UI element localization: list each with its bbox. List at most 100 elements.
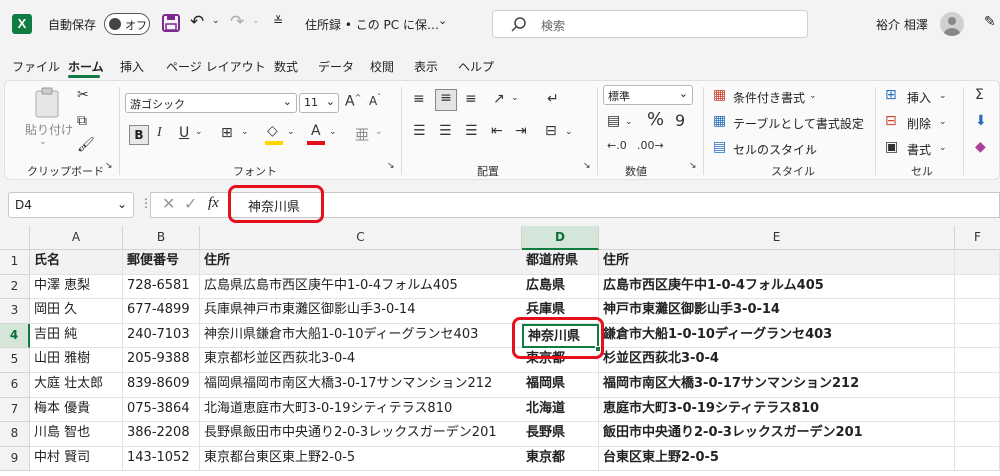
row-header[interactable]: 9 — [0, 446, 30, 472]
insert-function-button[interactable]: fx — [208, 195, 219, 212]
table-cell[interactable]: 神戸市東灘区御影山手3-0-14 — [599, 299, 955, 324]
format-cells-icon[interactable]: ▣ — [885, 139, 898, 155]
fill-color-icon[interactable]: ◇ — [267, 123, 278, 139]
paste-chevron-icon[interactable]: ⌄ — [39, 137, 47, 147]
delete-cells-icon[interactable]: ⊟ — [885, 113, 897, 129]
merge-chevron-icon[interactable]: ⌄ — [565, 127, 573, 137]
tab-help[interactable]: ヘルプ — [458, 58, 494, 75]
table-cell[interactable]: 386-2208 — [123, 422, 200, 447]
insert-cells-button[interactable]: 挿入 — [907, 89, 931, 106]
table-cell[interactable]: 東京都杉並区西荻北3-0-4 — [200, 348, 522, 373]
cut-icon[interactable]: ✂ — [77, 87, 89, 103]
table-cell[interactable] — [955, 422, 1000, 447]
format-chevron-icon[interactable]: ⌄ — [939, 143, 947, 153]
table-cell[interactable]: 福岡県福岡市南区大橋3-0-17サンマンション212 — [200, 373, 522, 398]
clipboard-launcher-icon[interactable]: ↘ — [105, 161, 113, 171]
table-cell[interactable]: 広島県 — [522, 274, 599, 300]
column-header[interactable]: A — [30, 226, 123, 250]
font-name-select[interactable]: 游ゴシック ⌄ — [125, 93, 297, 113]
table-cell[interactable]: 中澤 恵梨 — [30, 274, 123, 300]
redo-dropdown-icon[interactable]: ⌄ — [252, 16, 260, 26]
comma-style-button[interactable]: 9 — [675, 111, 685, 130]
table-cell[interactable]: 677-4899 — [123, 299, 200, 324]
table-cell[interactable]: 恵庭市大町3-0-19シティテラス810 — [599, 397, 955, 423]
accounting-format-icon[interactable]: ▤ — [607, 113, 620, 129]
decrease-font-size-icon[interactable]: Aˇ — [369, 93, 381, 108]
font-size-select[interactable]: 11 ⌄ — [299, 93, 339, 113]
column-header[interactable]: B — [123, 226, 200, 250]
row-header[interactable]: 8 — [0, 422, 30, 447]
table-cell[interactable] — [955, 323, 1000, 349]
table-cell[interactable]: 杉並区西荻北3-0-4 — [599, 348, 955, 373]
align-right-icon[interactable]: ☰ — [465, 123, 478, 139]
column-header-selected[interactable]: D — [522, 226, 599, 250]
increase-decimal-icon[interactable]: ←.0 — [607, 139, 627, 152]
save-icon[interactable] — [162, 14, 180, 32]
table-cell[interactable] — [955, 348, 1000, 373]
table-cell[interactable]: 福岡県 — [522, 373, 599, 398]
row-header[interactable]: 1 — [0, 250, 30, 275]
font-color-icon[interactable]: A — [311, 123, 321, 139]
bold-button[interactable]: B — [129, 125, 149, 145]
table-cell[interactable]: 福岡市南区大橋3-0-17サンマンション212 — [599, 373, 955, 398]
tab-data[interactable]: データ — [318, 58, 354, 75]
table-cell[interactable]: 広島県広島市西区庚午中1-0-4フォルム405 — [200, 274, 522, 300]
insert-chevron-icon[interactable]: ⌄ — [939, 91, 947, 101]
underline-chevron-icon[interactable]: ⌄ — [195, 127, 203, 137]
tab-view[interactable]: 表示 — [414, 58, 438, 75]
font-color-chevron-icon[interactable]: ⌄ — [329, 127, 337, 137]
table-cell[interactable]: 長野県 — [522, 422, 599, 447]
clear-icon[interactable]: ◆ — [975, 139, 986, 155]
number-format-select[interactable]: 標準 ⌄ — [603, 85, 693, 105]
table-cell[interactable] — [955, 446, 1000, 472]
decrease-decimal-icon[interactable]: .00→ — [637, 139, 664, 152]
table-cell[interactable]: 梅本 優貴 — [30, 397, 123, 423]
table-cell[interactable]: 郵便番号 — [123, 250, 200, 275]
alignment-launcher-icon[interactable]: ↘ — [583, 161, 591, 171]
tab-review[interactable]: 校閲 — [370, 58, 394, 75]
italic-icon[interactable]: I — [157, 125, 162, 141]
table-cell[interactable]: 中村 賢司 — [30, 446, 123, 472]
cancel-icon[interactable]: ✕ — [162, 194, 175, 213]
table-cell[interactable]: 鎌倉市大船1-0-10ディーグランセ403 — [599, 323, 955, 349]
undo-dropdown-icon[interactable]: ⌄ — [212, 16, 220, 26]
conditional-formatting-icon[interactable]: ▦ — [713, 87, 726, 103]
orientation-chevron-icon[interactable]: ⌄ — [511, 93, 519, 103]
font-launcher-icon[interactable]: ↘ — [387, 161, 395, 171]
table-cell[interactable]: 北海道 — [522, 397, 599, 423]
table-cell[interactable]: 大庭 壮太郎 — [30, 373, 123, 398]
table-cell[interactable]: 240-7103 — [123, 323, 200, 349]
phonetic-icon[interactable]: 亜 — [355, 125, 369, 145]
align-middle-icon[interactable]: ≡ — [435, 89, 457, 111]
phonetic-chevron-icon[interactable]: ⌄ — [375, 127, 383, 137]
format-as-table-icon[interactable]: ▦ — [713, 113, 726, 129]
row-header[interactable]: 5 — [0, 348, 30, 373]
row-header[interactable]: 2 — [0, 274, 30, 300]
table-cell[interactable]: 神奈川県鎌倉市大船1-0-10ディーグランセ403 — [200, 323, 522, 349]
row-header-selected[interactable]: 4 — [0, 323, 30, 349]
conditional-chevron-icon[interactable]: ⌄ — [809, 91, 817, 101]
conditional-formatting-button[interactable]: 条件付き書式 — [733, 89, 805, 106]
column-header[interactable]: F — [955, 226, 1000, 250]
increase-font-size-icon[interactable]: A^ — [345, 93, 361, 110]
delete-cells-button[interactable]: 削除 — [907, 115, 931, 132]
enter-icon[interactable]: ✓ — [184, 194, 197, 213]
table-cell[interactable]: 205-9388 — [123, 348, 200, 373]
increase-indent-icon[interactable]: ⇥ — [515, 123, 527, 139]
decrease-indent-icon[interactable]: ⇤ — [491, 123, 503, 139]
select-all-corner[interactable] — [0, 226, 30, 250]
fill-icon[interactable]: ⬇ — [975, 113, 987, 129]
delete-chevron-icon[interactable]: ⌄ — [939, 117, 947, 127]
row-header[interactable]: 7 — [0, 397, 30, 423]
table-cell[interactable]: 吉田 純 — [30, 323, 123, 349]
orientation-icon[interactable]: ↗ — [493, 91, 505, 107]
tab-formulas[interactable]: 数式 — [274, 58, 298, 75]
avatar[interactable] — [940, 12, 964, 36]
table-cell[interactable] — [955, 250, 1000, 275]
copy-icon[interactable]: ⧉ — [77, 113, 87, 129]
borders-icon[interactable]: ⊞ — [221, 125, 233, 141]
table-cell[interactable]: 住所 — [599, 250, 955, 275]
table-cell[interactable]: 飯田市中央通り2-0-3レックスガーデン201 — [599, 422, 955, 447]
pen-icon[interactable]: ✎ — [984, 14, 996, 30]
column-header[interactable]: C — [200, 226, 522, 250]
